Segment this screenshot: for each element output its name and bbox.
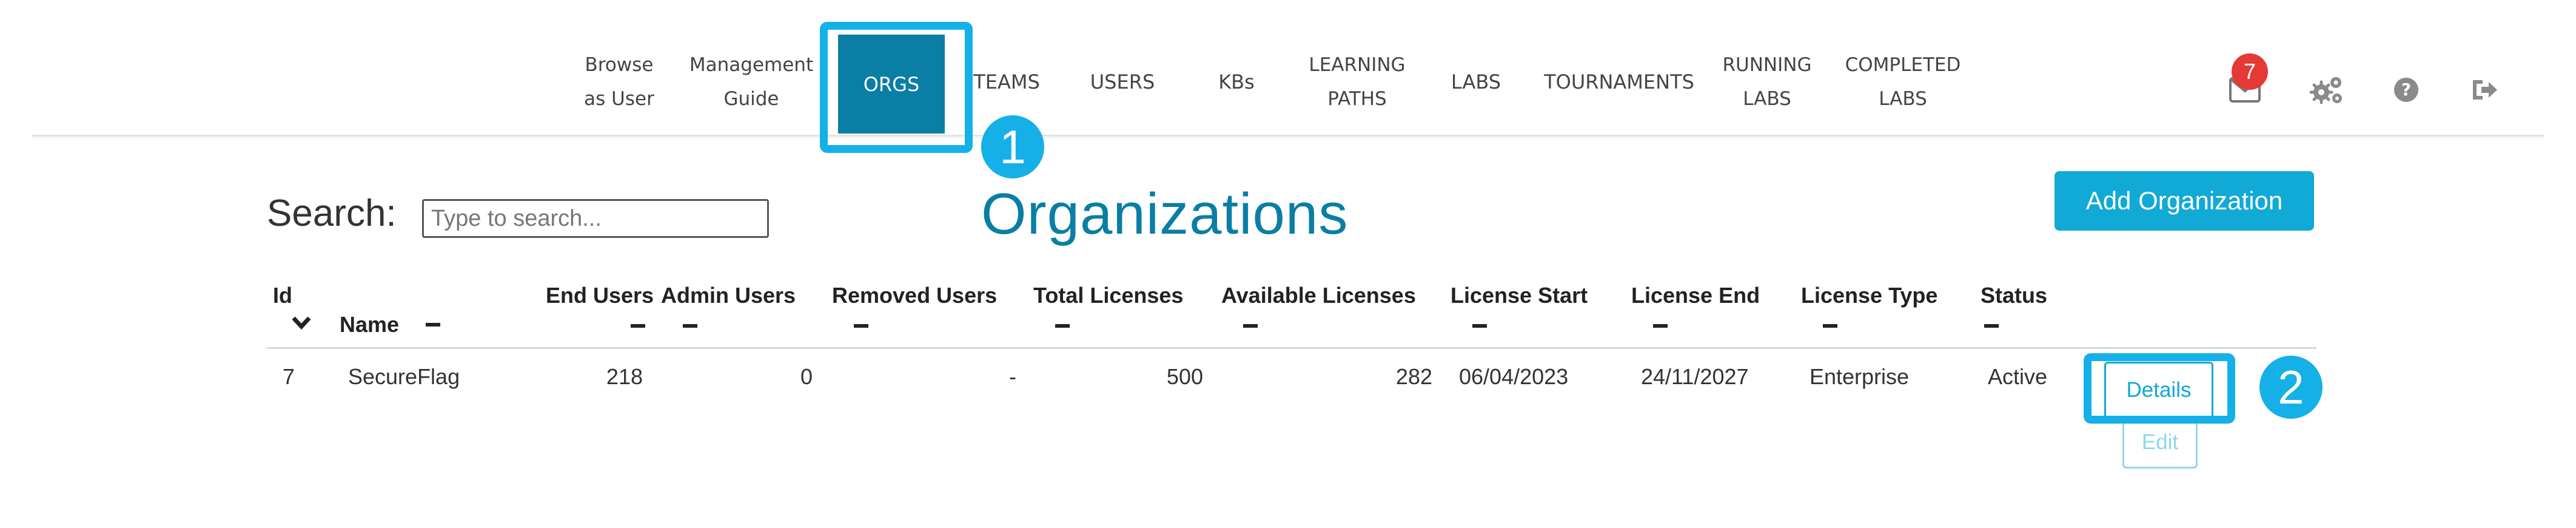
col-name[interactable]: Name	[340, 312, 399, 337]
col-end-users[interactable]: End Users	[546, 283, 654, 308]
top-navbar: Browse as User Management Guide ORGS TEA…	[0, 0, 2576, 136]
cell-status: Active	[1988, 364, 2048, 389]
details-highlight-box	[2084, 353, 2235, 424]
table-divider	[267, 347, 2316, 349]
sort-dash[interactable]	[854, 324, 868, 328]
nav-labs[interactable]: LABS	[1441, 36, 1511, 127]
col-available-licenses[interactable]: Available Licenses	[1221, 283, 1416, 308]
edit-button[interactable]: Edit	[2122, 416, 2198, 469]
sort-dash[interactable]	[683, 324, 697, 328]
chevron-down-icon[interactable]	[291, 316, 312, 330]
gears-icon[interactable]	[2309, 72, 2346, 108]
svg-text:?: ?	[2401, 80, 2411, 100]
nav-management-guide[interactable]: Management Guide	[677, 36, 826, 127]
help-icon[interactable]: ?	[2388, 72, 2424, 108]
nav-divider	[32, 135, 2544, 137]
sort-dash[interactable]	[426, 323, 440, 327]
nav-running-labs[interactable]: RUNNING LABS	[1714, 36, 1820, 127]
col-id[interactable]: Id	[273, 283, 292, 308]
nav-users[interactable]: USERS	[1078, 36, 1167, 127]
nav-browse-as-user[interactable]: Browse as User	[568, 36, 671, 127]
col-status[interactable]: Status	[1981, 283, 2047, 308]
orgs-highlight-box	[820, 22, 973, 153]
step-marker-1: 1	[981, 115, 1044, 178]
notification-badge: 7	[2232, 53, 2268, 90]
cell-license-type: Enterprise	[1810, 364, 1910, 389]
cell-id: 7	[283, 364, 295, 389]
nav-completed-labs[interactable]: COMPLETED LABS	[1834, 36, 1972, 127]
sort-dash[interactable]	[1472, 324, 1487, 328]
search-label: Search:	[267, 192, 397, 234]
cell-admin-users: 0	[800, 364, 813, 389]
sort-dash[interactable]	[631, 324, 645, 328]
sort-dash[interactable]	[1823, 324, 1837, 328]
cell-license-start: 06/04/2023	[1459, 364, 1569, 389]
nav-kbs[interactable]: KBs	[1203, 36, 1270, 127]
search-input[interactable]	[422, 199, 769, 238]
sort-dash[interactable]	[1653, 324, 1668, 328]
col-license-type[interactable]: License Type	[1801, 283, 1937, 308]
cell-available-licenses: 282	[1395, 364, 1432, 389]
sort-dash[interactable]	[1055, 324, 1070, 328]
nav-tournaments[interactable]: TOURNAMENTS	[1540, 36, 1698, 127]
col-removed-users[interactable]: Removed Users	[832, 283, 997, 308]
col-admin-users[interactable]: Admin Users	[661, 283, 796, 308]
cell-license-end: 24/11/2027	[1641, 364, 1749, 389]
step-marker-2: 2	[2259, 356, 2323, 419]
nav-teams[interactable]: TEAMS	[964, 36, 1049, 127]
col-license-end[interactable]: License End	[1631, 283, 1760, 308]
cell-name: SecureFlag	[348, 364, 460, 389]
cell-end-users: 218	[606, 364, 643, 389]
col-total-licenses[interactable]: Total Licenses	[1033, 283, 1183, 308]
sort-dash[interactable]	[1984, 324, 1999, 328]
logout-icon[interactable]	[2466, 72, 2502, 108]
nav-learning-paths[interactable]: LEARNING PATHS	[1298, 36, 1417, 127]
col-license-start[interactable]: License Start	[1451, 283, 1588, 308]
page-title: Organizations	[981, 181, 1349, 246]
cell-removed-users: -	[1009, 364, 1016, 389]
cell-total-licenses: 500	[1166, 364, 1203, 389]
add-organization-button[interactable]: Add Organization	[2054, 171, 2314, 231]
sort-dash[interactable]	[1243, 324, 1258, 328]
